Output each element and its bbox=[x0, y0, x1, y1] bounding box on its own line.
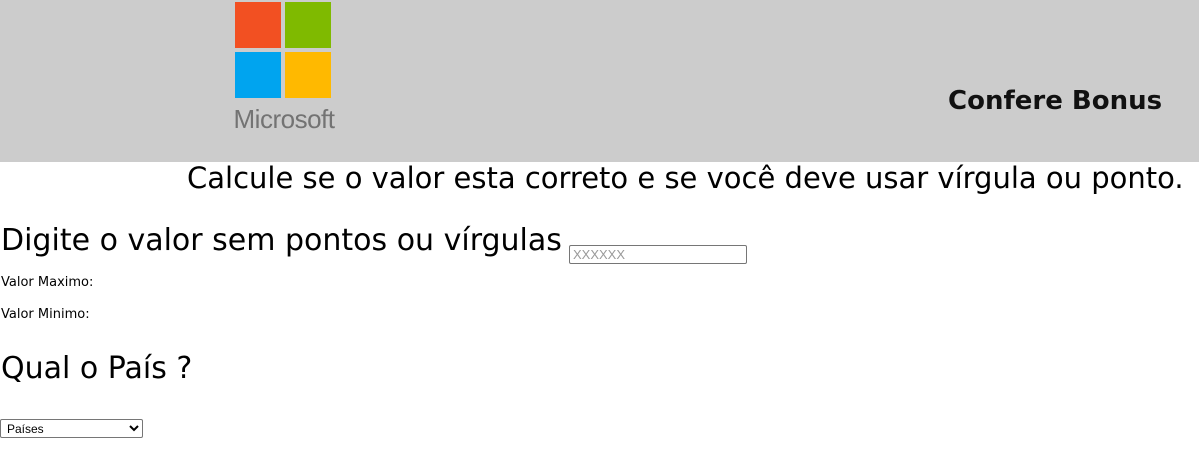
page-title: Confere Bonus bbox=[948, 86, 1163, 116]
min-value-label: Valor Minimo: bbox=[1, 307, 90, 322]
value-input[interactable] bbox=[569, 245, 747, 264]
logo-red-square bbox=[235, 2, 281, 48]
country-select[interactable]: Países bbox=[0, 419, 143, 438]
country-heading: Qual o País ? bbox=[1, 351, 193, 386]
page-header: Microsoft Confere Bonus bbox=[0, 0, 1199, 162]
max-value-label: Valor Maximo: bbox=[1, 275, 94, 290]
min-value-line: Valor Minimo: bbox=[1, 307, 90, 322]
microsoft-logo-grid-icon bbox=[235, 2, 335, 102]
page-subtitle: Calcule se o valor esta correto e se voc… bbox=[187, 161, 1184, 195]
logo-blue-square bbox=[235, 52, 281, 98]
logo-yellow-square bbox=[285, 52, 331, 98]
value-input-label: Digite o valor sem pontos ou vírgulas bbox=[1, 223, 562, 258]
logo-wordmark: Microsoft bbox=[233, 104, 335, 134]
value-row: Digite o valor sem pontos ou vírgulas bbox=[1, 223, 747, 264]
logo-green-square bbox=[285, 2, 331, 48]
microsoft-logo: Microsoft bbox=[221, 0, 347, 140]
max-value-line: Valor Maximo: bbox=[1, 275, 93, 290]
